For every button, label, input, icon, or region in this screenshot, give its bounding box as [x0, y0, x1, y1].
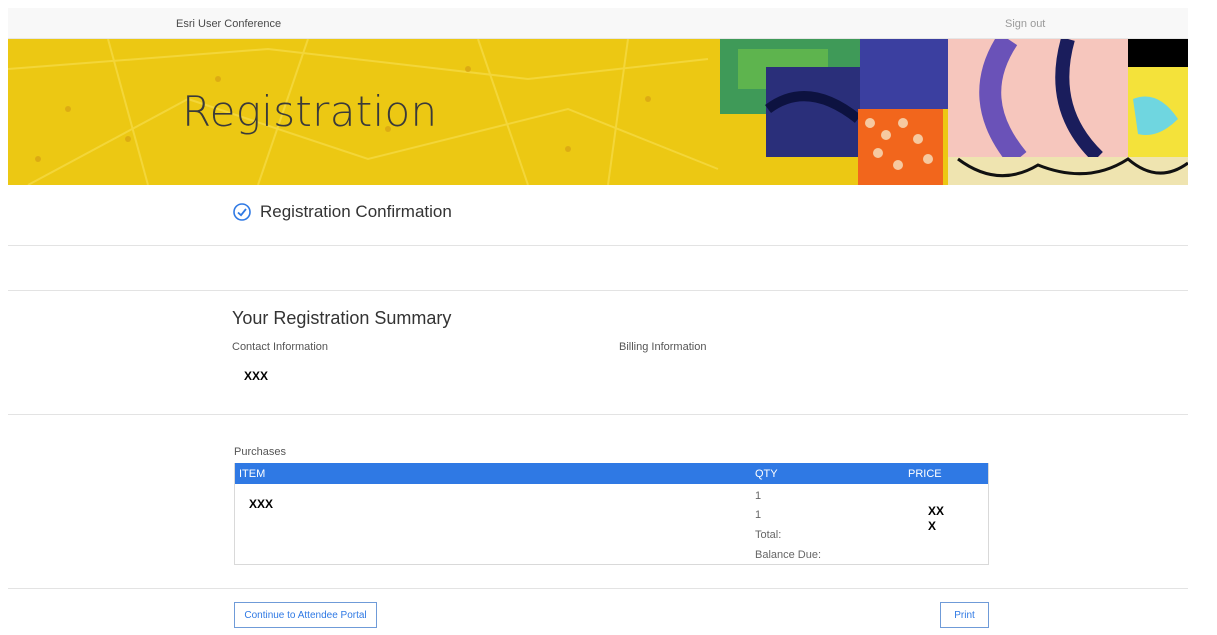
confirmation-section: Registration Confirmation [8, 185, 1188, 246]
confirmation-text: Registration Confirmation [260, 202, 452, 221]
spacer-section [8, 246, 1188, 291]
purchases-section: Purchases ITEM QTY PRICE XXX 1 1 Total: … [8, 415, 1188, 589]
total-label: Total: [755, 529, 782, 541]
contact-info-label: Contact Information [232, 341, 328, 353]
top-bar: Esri User Conference Sign out [8, 8, 1188, 39]
header-item: ITEM [239, 468, 266, 480]
sign-out-link[interactable]: Sign out [1005, 18, 1045, 30]
billing-info-label: Billing Information [619, 341, 707, 353]
header-qty: QTY [755, 468, 778, 480]
price-value-1: XX [928, 504, 945, 518]
page-title: Registration [182, 87, 438, 136]
header-price: PRICE [908, 468, 942, 480]
table-header: ITEM QTY PRICE [235, 463, 988, 484]
purchases-label: Purchases [234, 446, 286, 458]
balance-due-label: Balance Due: [755, 549, 822, 561]
qty-value-1: 1 [755, 490, 762, 502]
summary-title: Your Registration Summary [232, 308, 452, 328]
purchases-table: ITEM QTY PRICE XXX 1 1 Total: Balance Du… [234, 463, 989, 565]
brand-name: Esri User Conference [176, 18, 282, 30]
print-button[interactable]: Print [940, 602, 989, 628]
summary-section: Your Registration Summary Contact Inform… [8, 291, 1188, 415]
check-circle-icon [233, 203, 251, 221]
price-value-2: X [928, 519, 937, 533]
continue-to-portal-button[interactable]: Continue to Attendee Portal [234, 602, 377, 628]
hero-banner: Registration [8, 39, 1188, 185]
item-value: XXX [249, 497, 274, 511]
contact-info-value: XXX [244, 369, 269, 383]
confirmation-heading: Registration Confirmation [232, 202, 452, 222]
qty-value-2: 1 [755, 509, 762, 521]
